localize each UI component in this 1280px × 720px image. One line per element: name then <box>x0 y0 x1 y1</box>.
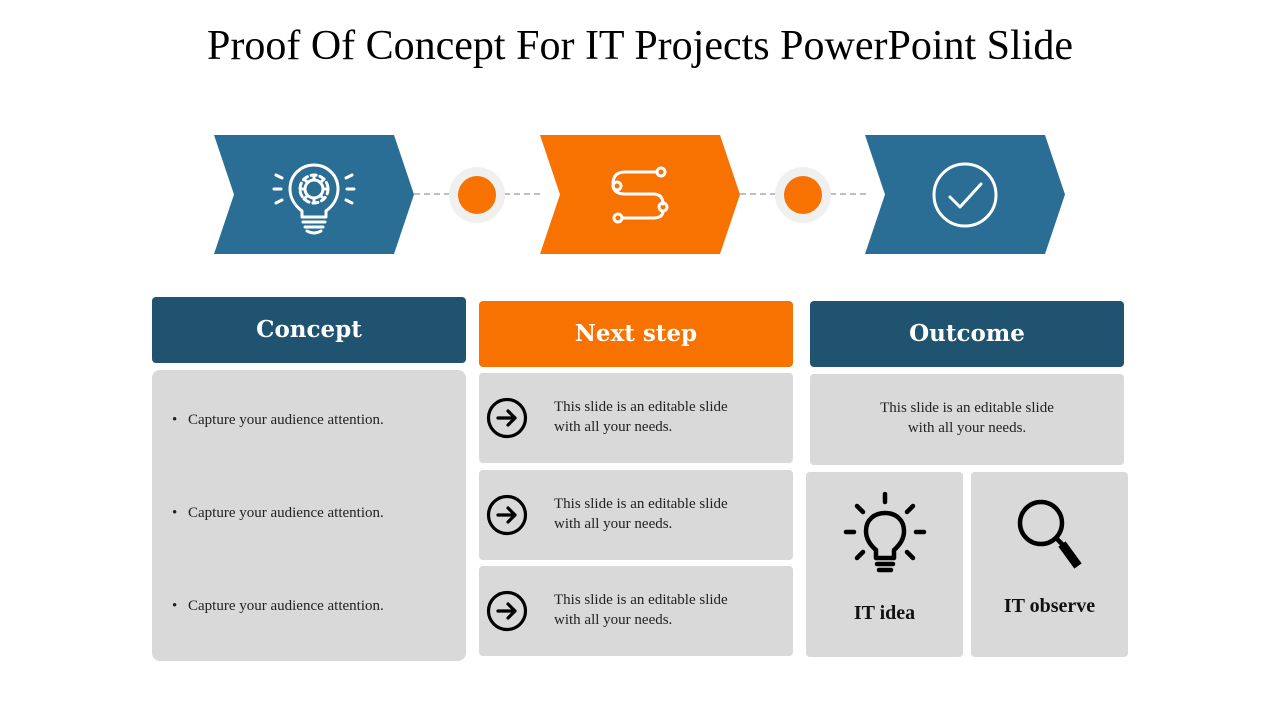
arrow-right-circle-icon <box>486 590 528 632</box>
chevron-outcome <box>865 135 1065 254</box>
next-step-row: This slide is an editable slide with all… <box>479 566 793 656</box>
it-idea-label: IT idea <box>853 602 916 624</box>
outcome-text: This slide is an editable slide with all… <box>880 400 1054 436</box>
next-step-row: This slide is an editable slide with all… <box>479 373 793 463</box>
slide-title: Proof Of Concept For IT Projects PowerPo… <box>206 23 1073 69</box>
concept-panel: • Capture your audience attention. • Captu… <box>152 370 466 661</box>
route-path-icon <box>611 166 669 223</box>
concept-bullet: • Capture your audience attention. <box>172 505 384 521</box>
next-step-text: This slide is an editable slide with all… <box>554 399 728 435</box>
check-circle-icon <box>932 162 998 227</box>
it-observe-tile: IT observe <box>971 472 1128 657</box>
milestone-dot <box>449 167 505 223</box>
next-step-header: Next step <box>479 301 793 367</box>
magnifier-icon <box>1017 499 1082 569</box>
arrow-right-circle-icon <box>486 397 528 439</box>
it-observe-label: IT observe <box>1003 595 1096 617</box>
concept-header: Concept <box>152 297 466 363</box>
concept-bullet: • Capture your audience attention. <box>172 598 384 614</box>
outcome-header: Outcome <box>810 301 1124 367</box>
next-step-text: This slide is an editable slide with all… <box>554 592 728 628</box>
chevron-next-step <box>540 135 740 254</box>
next-step-row: This slide is an editable slide with all… <box>479 470 793 560</box>
milestone-dot <box>775 167 831 223</box>
next-step-text: This slide is an editable slide with all… <box>554 496 728 532</box>
concept-bullet: • Capture your audience attention. <box>172 412 384 428</box>
lightbulb-icon <box>843 492 926 573</box>
outcome-panel: This slide is an editable slide with all… <box>810 374 1124 465</box>
chevron-concept <box>214 135 414 254</box>
it-idea-tile: IT idea <box>806 472 963 657</box>
arrow-right-circle-icon <box>486 494 528 536</box>
lightbulb-gear-icon <box>272 163 356 234</box>
